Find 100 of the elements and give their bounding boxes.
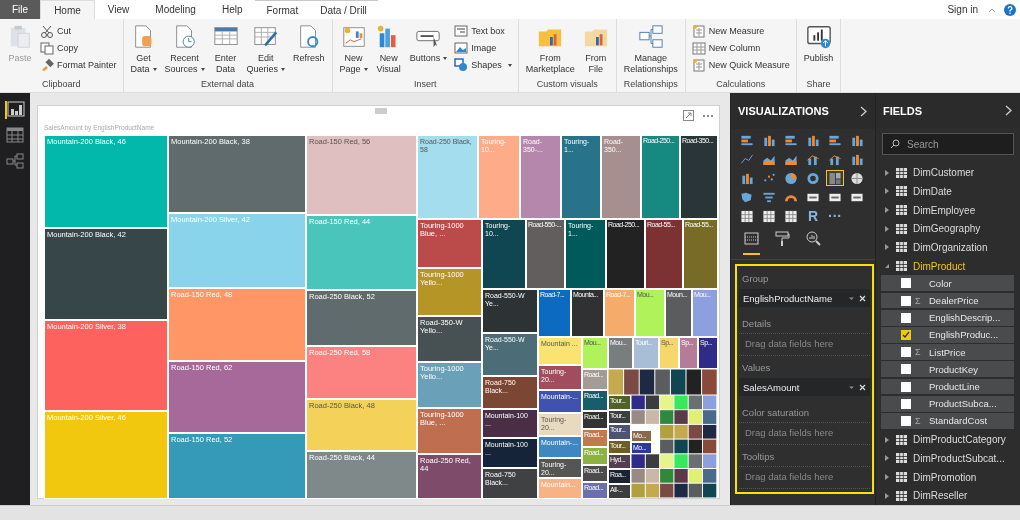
ribbon-button[interactable]: Copy: [38, 41, 119, 55]
ribbon-button[interactable]: Manage Relationships: [620, 21, 681, 78]
table-item[interactable]: DimEmployee: [876, 200, 1020, 220]
report-icon[interactable]: [5, 101, 25, 119]
ribbon-tab[interactable]: File: [0, 0, 41, 19]
field-row[interactable]: Σ StandardCost: [881, 413, 1014, 429]
ribbon-button[interactable]: Recent Sources: [161, 21, 208, 78]
table-item[interactable]: DimProductCategory: [876, 430, 1020, 449]
ribbon-button[interactable]: Image: [452, 41, 514, 55]
sign-in-link[interactable]: Sign in: [937, 0, 988, 19]
field-row[interactable]: ProductSubca...: [881, 395, 1014, 412]
ribbon-button[interactable]: From Marketplace: [522, 21, 578, 78]
ribbon-button[interactable]: New Measure: [689, 24, 792, 38]
table-item[interactable]: DimDate: [876, 182, 1020, 201]
fields-icon[interactable]: [743, 230, 760, 255]
well-label: Group: [741, 272, 770, 286]
checkbox[interactable]: [901, 278, 911, 289]
field-row[interactable]: ProductKey: [881, 361, 1014, 378]
field-row[interactable]: EnglishDescrip...: [881, 309, 1014, 326]
drag-handle-icon[interactable]: [375, 108, 387, 114]
ribbon-tab[interactable]: Home: [40, 0, 95, 19]
table-item[interactable]: DimGeography: [876, 219, 1020, 239]
ribbon-button[interactable]: Text box: [452, 24, 514, 38]
ribbon-button[interactable]: Buttons: [406, 21, 451, 78]
expand-icon[interactable]: [884, 225, 890, 232]
visual-type-button[interactable]: [848, 170, 866, 186]
field-row[interactable]: Σ DealerPrice: [881, 292, 1014, 309]
visual-card[interactable]: [37, 105, 720, 499]
ribbon-button[interactable]: Refresh: [290, 21, 328, 78]
checkbox[interactable]: [901, 347, 911, 358]
expand-icon[interactable]: [884, 244, 890, 251]
drop-zone[interactable]: Drag data fields here: [739, 422, 870, 445]
expand-icon[interactable]: [884, 436, 890, 443]
table-item[interactable]: DimPromotion: [876, 467, 1020, 487]
ribbon-button[interactable]: Cut: [38, 24, 119, 38]
table-item[interactable]: DimReseller: [876, 486, 1020, 506]
pane-title: FIELDS: [883, 104, 923, 117]
expand-icon[interactable]: [884, 207, 890, 214]
help-icon[interactable]: [1004, 3, 1016, 16]
checkbox[interactable]: [901, 364, 911, 375]
table-item[interactable]: DimProductSubcat...: [876, 448, 1020, 468]
focus-mode-icon[interactable]: [683, 110, 694, 121]
ribbon-button[interactable]: New Quick Measure: [689, 58, 792, 72]
table-icon: [896, 205, 907, 216]
field-name: ProductLine: [929, 381, 980, 392]
field-row[interactable]: ProductLine: [881, 378, 1014, 395]
table-item[interactable]: DimCustomer: [876, 163, 1020, 182]
visual-type-button[interactable]: R: [804, 208, 822, 224]
chevron-icon[interactable]: [1005, 105, 1012, 117]
drop-zone[interactable]: Drag data fields here: [739, 466, 870, 489]
field-row[interactable]: EnglishProduc...: [881, 327, 1014, 343]
visual-type-button[interactable]: [782, 170, 800, 186]
ribbon-button[interactable]: From File: [579, 21, 612, 78]
close-icon[interactable]: [859, 294, 866, 302]
ribbon-button[interactable]: Enter Data: [209, 21, 242, 78]
expand-icon[interactable]: [884, 474, 890, 480]
table-item[interactable]: DimOrganization: [876, 238, 1020, 257]
visual-type-button[interactable]: [804, 170, 822, 186]
checkbox[interactable]: [901, 415, 911, 426]
ribbon-tab[interactable]: Modeling: [142, 0, 209, 19]
table-item[interactable]: DimProduct: [876, 256, 1020, 276]
ribbon-button[interactable]: New Visual: [372, 21, 405, 78]
ribbon-button[interactable]: Edit Queries: [243, 21, 289, 78]
close-icon[interactable]: [859, 383, 866, 391]
model-icon[interactable]: [5, 153, 25, 171]
drop-zone[interactable]: Drag data fields here: [739, 333, 870, 356]
expand-icon[interactable]: [884, 492, 890, 499]
visual-type-button[interactable]: ···: [826, 208, 844, 224]
field-chip[interactable]: EnglishProductName: [739, 289, 870, 307]
ribbon-button[interactable]: New Page: [336, 21, 371, 78]
checkbox[interactable]: [901, 329, 911, 340]
ribbon-button[interactable]: New Column: [689, 41, 792, 55]
collapse-icon[interactable]: [884, 263, 890, 270]
ribbon-button[interactable]: Shapes: [452, 58, 514, 72]
table-icon: [896, 453, 907, 464]
visual-type-button[interactable]: [760, 208, 778, 224]
ribbon-button[interactable]: Get Data: [127, 21, 160, 78]
chevron-icon[interactable]: [860, 105, 867, 117]
collapse-icon[interactable]: [988, 6, 996, 13]
expand-icon[interactable]: [884, 455, 890, 462]
expand-icon[interactable]: [884, 169, 890, 176]
ribbon-tab[interactable]: View: [94, 0, 143, 19]
sigma-icon: Σ: [915, 415, 925, 426]
field-row[interactable]: Color: [881, 275, 1014, 292]
visual-type-button[interactable]: [738, 208, 756, 224]
more-options-icon[interactable]: [702, 114, 714, 118]
expand-icon[interactable]: [884, 188, 890, 195]
visual-type-button[interactable]: [782, 208, 800, 224]
field-row[interactable]: Σ ListPrice: [881, 344, 1014, 360]
ribbon-button[interactable]: Format Painter: [38, 58, 119, 72]
checkbox[interactable]: [901, 398, 911, 409]
search-field[interactable]: Search: [882, 133, 1014, 156]
ribbon-button[interactable]: Publish: [800, 21, 837, 78]
table-icon[interactable]: [5, 127, 25, 145]
checkbox[interactable]: [901, 295, 911, 306]
checkbox[interactable]: [901, 381, 911, 392]
field-chip[interactable]: SalesAmount: [739, 378, 870, 396]
checkbox[interactable]: [901, 312, 911, 323]
ribbon-tab[interactable]: Help: [208, 0, 256, 19]
visual-type-button[interactable]: [826, 170, 844, 186]
